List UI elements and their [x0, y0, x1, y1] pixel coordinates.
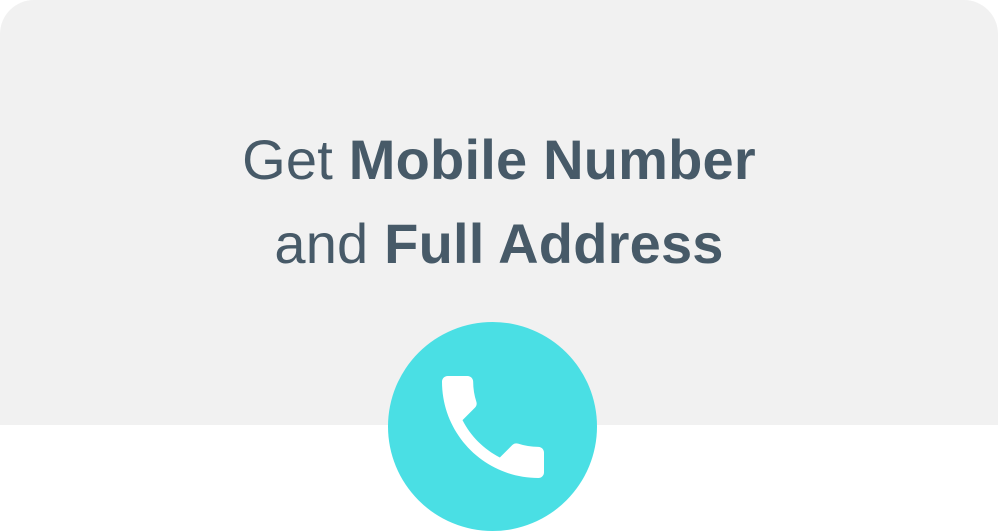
- headline: Get Mobile Number and Full Address: [0, 118, 998, 286]
- headline-line-2: and Full Address: [0, 202, 998, 286]
- headline-get: Get: [242, 128, 334, 191]
- call-button[interactable]: [388, 322, 597, 531]
- headline-line-1: Get Mobile Number: [0, 118, 998, 202]
- phone-icon: [425, 359, 561, 495]
- headline-mobile-number: Mobile Number: [348, 128, 756, 191]
- headline-full-address: Full Address: [384, 212, 724, 275]
- headline-and: and: [274, 212, 369, 275]
